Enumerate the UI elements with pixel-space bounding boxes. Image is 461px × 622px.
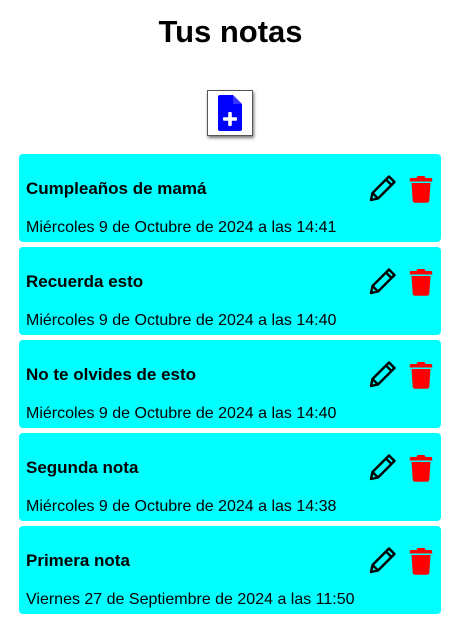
- note-date: Miércoles 9 de Octubre de 2024 a las 14:…: [26, 498, 337, 515]
- notes-page: Tus notas Cumpleaños de mamá Miércoles 9…: [0, 0, 461, 622]
- edit-note-button[interactable]: [368, 545, 398, 575]
- delete-note-button[interactable]: [409, 454, 433, 482]
- note-date: Miércoles 9 de Octubre de 2024 a las 14:…: [26, 312, 337, 329]
- edit-note-button[interactable]: [368, 452, 398, 482]
- note-title: No te olvides de esto: [26, 365, 197, 384]
- note-date: Miércoles 9 de Octubre de 2024 a las 14:…: [26, 405, 337, 422]
- note-title: Recuerda esto: [26, 272, 144, 291]
- note-card[interactable]: No te olvides de esto Miércoles 9 de Oct…: [19, 340, 441, 428]
- note-card[interactable]: Recuerda esto Miércoles 9 de Octubre de …: [19, 247, 441, 335]
- pencil-icon: [369, 547, 396, 574]
- note-title: Segunda nota: [26, 458, 139, 477]
- trash-icon: [409, 176, 433, 203]
- delete-note-button[interactable]: [409, 547, 433, 575]
- note-title: Cumpleaños de mamá: [26, 179, 207, 198]
- note-card[interactable]: Segunda nota Miércoles 9 de Octubre de 2…: [19, 433, 441, 521]
- pencil-icon: [369, 268, 396, 295]
- trash-icon: [409, 362, 433, 389]
- note-date: Miércoles 9 de Octubre de 2024 a las 14:…: [26, 219, 337, 236]
- trash-icon: [409, 269, 433, 296]
- delete-note-button[interactable]: [409, 175, 433, 203]
- edit-note-button[interactable]: [368, 266, 398, 296]
- trash-icon: [409, 455, 433, 482]
- pencil-icon: [369, 361, 396, 388]
- delete-note-button[interactable]: [409, 361, 433, 389]
- trash-icon: [409, 548, 433, 575]
- delete-note-button[interactable]: [409, 268, 433, 296]
- note-card[interactable]: Cumpleaños de mamá Miércoles 9 de Octubr…: [19, 154, 441, 242]
- edit-note-button[interactable]: [368, 173, 398, 203]
- notes-list: Cumpleaños de mamá Miércoles 9 de Octubr…: [19, 154, 441, 619]
- note-date: Viernes 27 de Septiembre de 2024 a las 1…: [26, 591, 355, 608]
- add-note-button[interactable]: [207, 90, 253, 136]
- file-plus-icon: [218, 95, 242, 131]
- pencil-icon: [369, 454, 396, 481]
- note-card[interactable]: Primera nota Viernes 27 de Septiembre de…: [19, 526, 441, 614]
- page-title: Tus notas: [158, 14, 303, 49]
- edit-note-button[interactable]: [368, 359, 398, 389]
- note-title: Primera nota: [26, 551, 130, 570]
- pencil-icon: [369, 175, 396, 202]
